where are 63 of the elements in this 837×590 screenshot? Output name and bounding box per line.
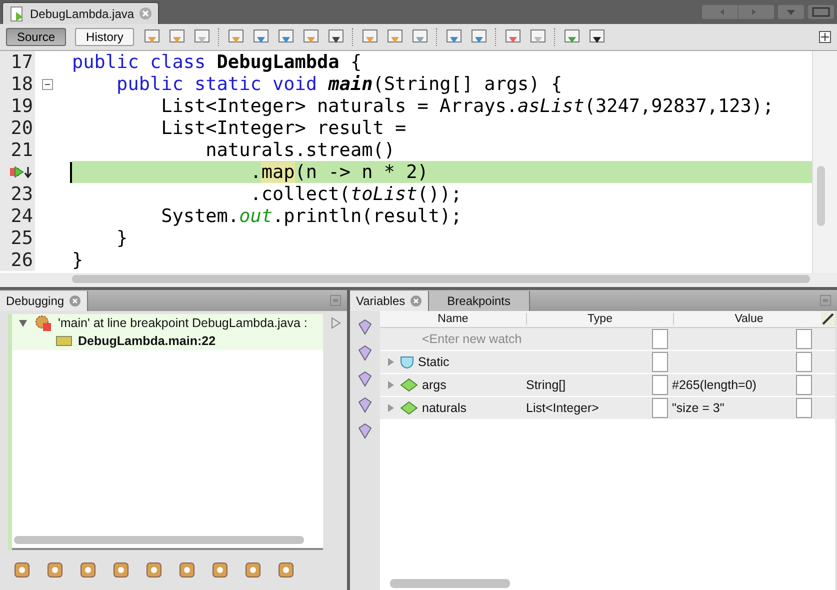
view-toggle-button[interactable]: Source [6,28,66,46]
ellipsis-button[interactable] [652,398,668,418]
ellipsis-button[interactable] [796,329,812,349]
ellipsis-button[interactable] [796,398,812,418]
column-header[interactable]: Name [380,313,527,325]
maximize-icon[interactable] [808,5,834,19]
code-line: } [72,250,84,270]
code-line: .map(n -> n * 2) [70,162,428,182]
code-line: public static void main(String[] args) { [116,74,562,94]
code-line: .collect(toList()); [249,184,462,204]
expand-triangle-icon[interactable] [18,318,28,328]
debugging-tab[interactable]: Debugging [0,291,88,311]
horizontal-scrollbar[interactable] [14,536,304,544]
panel-tab[interactable]: Variables [350,291,430,311]
horizontal-scrollbar[interactable] [390,579,510,588]
line-number: 20 [10,118,33,138]
line-number: 25 [10,228,33,248]
column-header[interactable]: Type [527,313,674,325]
horizontal-scrollbar[interactable] [72,275,810,283]
line-number: 18 [10,74,33,94]
dropdown-icon[interactable] [778,5,804,19]
panel-tab[interactable]: Breakpoints [429,291,530,311]
line-number: 21 [10,140,33,160]
close-icon[interactable] [139,7,152,20]
expand-triangle-icon[interactable] [386,403,396,413]
expand-triangle-icon[interactable] [386,357,396,367]
line-number: 26 [10,250,33,270]
line-number: 24 [10,206,33,226]
current-line-arrow-icon [9,165,33,179]
ellipsis-button[interactable] [652,352,668,372]
expand-icon[interactable] [819,31,831,43]
line-number: 17 [10,52,33,72]
close-icon[interactable] [69,295,82,307]
close-icon[interactable] [410,295,422,307]
line-number: 19 [10,96,33,116]
variable-type: List<Integer> [526,401,599,415]
variable-name: naturals [422,401,466,415]
java-file-icon [9,6,25,22]
ellipsis-button[interactable] [652,375,668,395]
code-line: List<Integer> naturals = Arrays.asList(3247,92837,123); [160,96,774,116]
code-line: public class DebugLambda { [72,52,362,72]
shield-icon [400,355,414,369]
view-toggle-button[interactable]: History [75,28,134,46]
variable-name: args [422,378,446,392]
code-line: naturals.stream() [204,140,396,160]
code-line: System.out.println(result); [160,206,462,226]
variable-value: #265(length=0) [672,378,756,392]
ellipsis-button[interactable] [796,352,812,372]
ellipsis-button[interactable] [652,329,668,349]
variable-name: Static [418,355,450,369]
code-line: } [116,228,128,248]
vertical-scrollbar[interactable] [812,51,837,273]
expand-triangle-icon[interactable] [386,380,396,390]
diamond-icon [400,378,418,392]
diamond-icon [400,401,418,415]
ellipsis-button[interactable] [796,375,812,395]
variable-value: "size = 3" [672,401,724,415]
editor-tab[interactable]: DebugLambda.java [2,2,160,24]
code-line: List<Integer> result = [160,118,406,138]
variable-type: String[] [526,378,566,392]
resume-triangle-icon[interactable] [331,317,341,329]
line-number: 23 [10,184,33,204]
fold-toggle-icon[interactable] [42,78,53,90]
